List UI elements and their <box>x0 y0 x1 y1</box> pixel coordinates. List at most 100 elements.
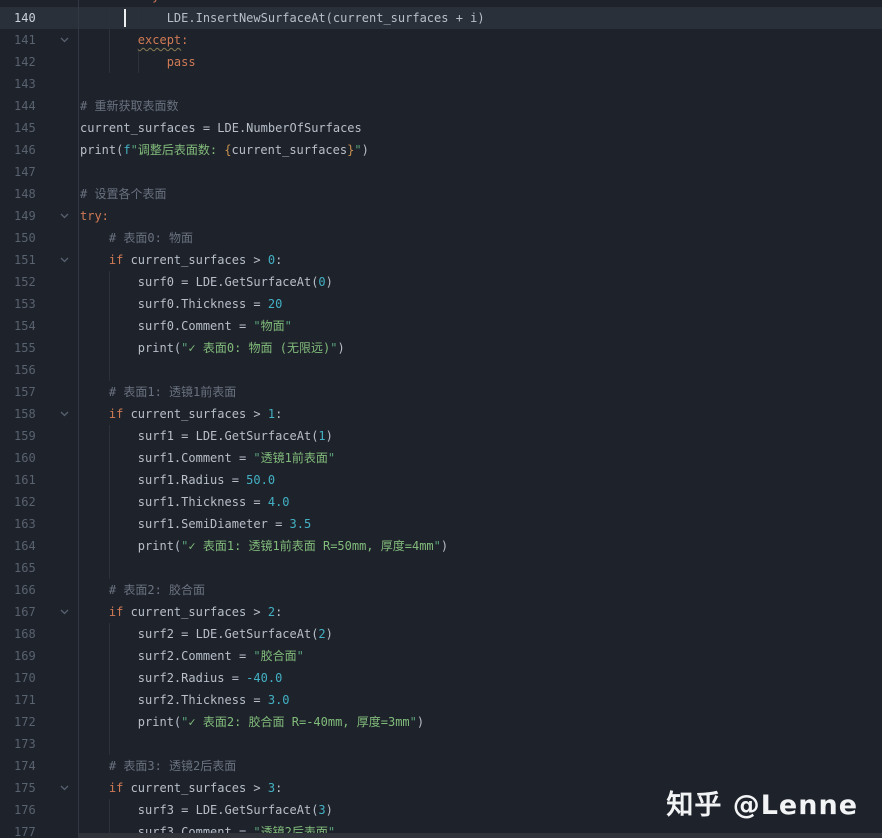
code-text: # 表面0: 物面 <box>79 227 882 249</box>
code-line[interactable]: 169 surf2.Comment = "胶合面" <box>0 645 882 667</box>
line-number: 163 <box>14 513 36 535</box>
code-line[interactable]: 142 pass <box>0 51 882 73</box>
code-text: if current_surfaces > 1: <box>79 403 882 425</box>
code-line[interactable]: 158 if current_surfaces > 1: <box>0 403 882 425</box>
code-token: # 表面1: 透镜1前表面 <box>109 385 236 399</box>
fold-chevron-icon[interactable] <box>56 29 72 51</box>
code-token: surf2.Thickness = <box>138 693 268 707</box>
code-token: # 表面2: 胶合面 <box>109 583 205 597</box>
code-line[interactable]: 140 LDE.InsertNewSurfaceAt(current_surfa… <box>0 7 882 29</box>
code-line[interactable]: 143 <box>0 73 882 95</box>
code-line[interactable]: 157 # 表面1: 透镜1前表面 <box>0 381 882 403</box>
code-line[interactable]: 154 surf0.Comment = "物面" <box>0 315 882 337</box>
code-token: -40.0 <box>246 671 282 685</box>
gutter: 160 <box>0 447 79 469</box>
code-line[interactable]: 161 surf1.Radius = 50.0 <box>0 469 882 491</box>
code-line[interactable]: 144# 重新获取表面数 <box>0 95 882 117</box>
indent-guide <box>109 7 110 29</box>
code-token: # 表面3: 透镜2后表面 <box>109 759 236 773</box>
code-token: surf2.Radius = <box>138 671 246 685</box>
fold-chevron-icon[interactable] <box>56 403 72 425</box>
indent-guide <box>109 293 110 315</box>
code-line[interactable]: 145current_surfaces = LDE.NumberOfSurfac… <box>0 117 882 139</box>
code-token: 1 <box>318 429 325 443</box>
code-line[interactable]: 167 if current_surfaces > 2: <box>0 601 882 623</box>
line-number: 148 <box>14 183 36 205</box>
line-number: 139 <box>14 0 36 7</box>
code-line[interactable]: 152 surf0 = LDE.GetSurfaceAt(0) <box>0 271 882 293</box>
gutter: 161 <box>0 469 79 491</box>
code-token <box>80 253 109 267</box>
gutter: 143 <box>0 73 79 95</box>
code-line[interactable]: 146print(f"调整后表面数: {current_surfaces}") <box>0 139 882 161</box>
gutter: 158 <box>0 403 79 425</box>
code-line[interactable]: 174 # 表面3: 透镜2后表面 <box>0 755 882 777</box>
code-token: current_surfaces = LDE.NumberOfSurfaces <box>80 121 362 135</box>
code-line[interactable]: 141 except: <box>0 29 882 51</box>
fold-chevron-icon[interactable] <box>56 205 72 227</box>
code-line[interactable]: 151 if current_surfaces > 0: <box>0 249 882 271</box>
code-line[interactable]: 159 surf1 = LDE.GetSurfaceAt(1) <box>0 425 882 447</box>
code-token <box>80 583 109 597</box>
code-token: 2 <box>268 605 275 619</box>
code-token: 4.0 <box>268 495 290 509</box>
code-line[interactable]: 160 surf1.Comment = "透镜1前表面" <box>0 447 882 469</box>
code-token: surf1.SemiDiameter = <box>138 517 290 531</box>
code-token: 3 <box>268 781 275 795</box>
code-line[interactable]: 172 print("✓ 表面2: 胶合面 R=-40mm, 厚度=3mm") <box>0 711 882 733</box>
fold-chevron-icon[interactable] <box>56 777 72 799</box>
code-line[interactable]: 149try: <box>0 205 882 227</box>
indent-guide <box>109 667 110 689</box>
line-number: 176 <box>14 799 36 821</box>
fold-chevron-icon[interactable] <box>56 601 72 623</box>
code-line[interactable]: 165 <box>0 557 882 579</box>
fold-chevron-icon[interactable] <box>56 249 72 271</box>
code-token: f <box>123 143 130 157</box>
code-token: ✓ 表面1: 透镜1前表面 R=50mm, 厚度=4mm <box>188 539 433 553</box>
code-text <box>79 73 882 95</box>
line-number: 149 <box>14 205 36 227</box>
code-text: current_surfaces = LDE.NumberOfSurfaces <box>79 117 882 139</box>
code-token: 3 <box>318 803 325 817</box>
gutter: 174 <box>0 755 79 777</box>
gutter: 177 <box>0 821 79 838</box>
code-token: current_surfaces > <box>123 253 268 267</box>
gutter: 172 <box>0 711 79 733</box>
line-number: 146 <box>14 139 36 161</box>
indent-guide <box>109 337 110 359</box>
horizontal-scrollbar[interactable] <box>79 833 882 838</box>
code-token: 调整后表面数: <box>138 143 224 157</box>
gutter: 175 <box>0 777 79 799</box>
code-line[interactable]: 173 <box>0 733 882 755</box>
line-number: 151 <box>14 249 36 271</box>
code-token <box>80 407 109 421</box>
code-line[interactable]: 162 surf1.Thickness = 4.0 <box>0 491 882 513</box>
code-line[interactable]: 170 surf2.Radius = -40.0 <box>0 667 882 689</box>
code-token: surf2.Comment = <box>138 649 254 663</box>
code-line[interactable]: 168 surf2 = LDE.GetSurfaceAt(2) <box>0 623 882 645</box>
code-token: 1 <box>268 407 275 421</box>
code-line[interactable]: 139 try: <box>0 0 882 7</box>
code-line[interactable]: 166 # 表面2: 胶合面 <box>0 579 882 601</box>
code-line[interactable]: 156 <box>0 359 882 381</box>
code-token: surf0 = LDE.GetSurfaceAt( <box>138 275 319 289</box>
code-token: if <box>109 781 123 795</box>
line-number: 165 <box>14 557 36 579</box>
code-line[interactable]: 153 surf0.Thickness = 20 <box>0 293 882 315</box>
code-line[interactable]: 164 print("✓ 表面1: 透镜1前表面 R=50mm, 厚度=4mm"… <box>0 535 882 557</box>
code-line[interactable]: 171 surf2.Thickness = 3.0 <box>0 689 882 711</box>
gutter: 156 <box>0 359 79 381</box>
line-number: 156 <box>14 359 36 381</box>
code-token: " <box>328 451 335 465</box>
code-text: surf0.Comment = "物面" <box>79 315 882 337</box>
code-token: " <box>354 143 361 157</box>
code-line[interactable]: 155 print("✓ 表面0: 物面 (无限远)") <box>0 337 882 359</box>
code-token: ) <box>441 539 448 553</box>
gutter: 162 <box>0 491 79 513</box>
line-number: 154 <box>14 315 36 337</box>
indent-guide <box>109 557 110 579</box>
code-line[interactable]: 163 surf1.SemiDiameter = 3.5 <box>0 513 882 535</box>
code-line[interactable]: 150 # 表面0: 物面 <box>0 227 882 249</box>
code-line[interactable]: 147 <box>0 161 882 183</box>
code-line[interactable]: 148# 设置各个表面 <box>0 183 882 205</box>
